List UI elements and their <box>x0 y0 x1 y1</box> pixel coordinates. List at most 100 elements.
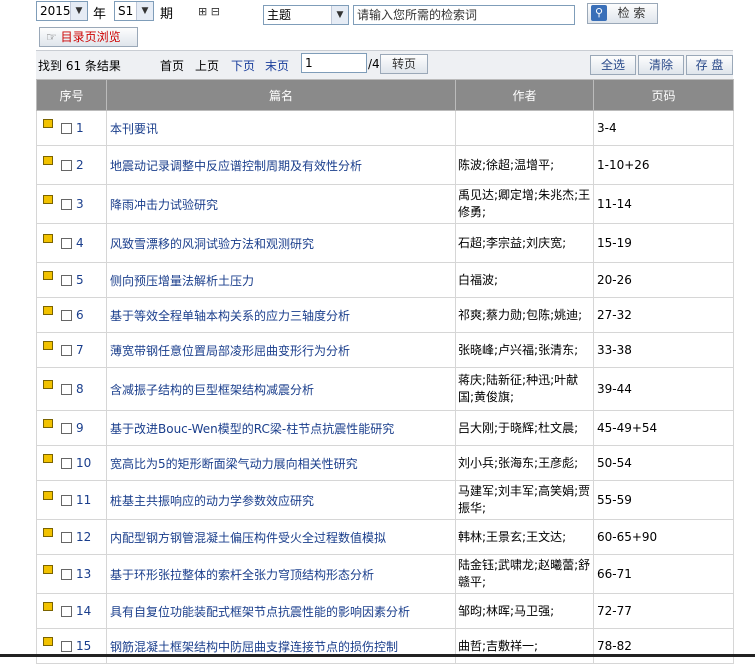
save-button[interactable]: 存 盘 <box>686 55 733 75</box>
row-number: 3 <box>76 197 84 212</box>
row-checkbox[interactable] <box>61 309 72 321</box>
document-icon[interactable] <box>43 379 53 389</box>
row-checkbox[interactable] <box>61 198 72 210</box>
row-checkbox[interactable] <box>61 159 72 171</box>
row-number: 6 <box>76 308 84 323</box>
author-cell: 韩林;王景玄;王文达; <box>455 519 594 555</box>
row-checkbox[interactable] <box>61 383 72 395</box>
search-button[interactable]: ⚲ 检 索 <box>587 3 658 24</box>
article-title-link[interactable]: 风致雪漂移的风洞试验方法和观测研究 <box>106 223 456 263</box>
article-title-link[interactable]: 地震动记录调整中反应谱控制周期及有效性分析 <box>106 145 456 185</box>
table-row: 2 地震动记录调整中反应谱控制周期及有效性分析 陈波;徐超;温增平; 1-10+26 <box>36 145 734 185</box>
pages-cell: 78-82 <box>593 628 734 664</box>
article-title-link[interactable]: 基于环形张拉整体的索杆全张力穹顶结构形态分析 <box>106 554 456 594</box>
table-row: 9 基于改进Bouc-Wen模型的RC梁-柱节点抗震性能研究 吕大刚;于晓辉;杜文晨… <box>36 410 734 446</box>
row-checkbox[interactable] <box>61 605 72 617</box>
document-icon[interactable] <box>43 340 53 350</box>
article-title-link[interactable]: 具有自复位功能装配式框架节点抗震性能的影响因素分析 <box>106 593 456 629</box>
pages-cell: 55-59 <box>593 480 734 520</box>
issue-select[interactable]: S1 ▼ <box>114 1 154 21</box>
row-number-cell: 14 <box>36 593 107 629</box>
row-checkbox[interactable] <box>61 274 72 286</box>
select-all-button[interactable]: 全选 <box>590 55 636 75</box>
pages-cell: 66-71 <box>593 554 734 594</box>
row-number: 5 <box>76 273 84 288</box>
author-cell: 蒋庆;陆新征;种迅;叶献国;黄俊旗; <box>455 367 594 411</box>
row-checkbox[interactable] <box>61 422 72 434</box>
row-number-cell: 4 <box>36 223 107 263</box>
year-label: 年 <box>93 7 107 22</box>
article-title-link[interactable]: 含减振子结构的巨型框架结构减震分析 <box>106 367 456 411</box>
table-row: 3 降雨冲击力试验研究 禹见达;卿定增;朱兆杰;王修勇; 11-14 <box>36 184 734 224</box>
row-checkbox[interactable] <box>61 344 72 356</box>
row-number-cell: 9 <box>36 410 107 446</box>
pages-cell: 27-32 <box>593 297 734 333</box>
document-icon[interactable] <box>43 490 53 500</box>
go-to-page-button[interactable]: 转页 <box>380 54 428 74</box>
col-header-title: 篇名 <box>106 79 456 111</box>
article-title-link[interactable]: 内配型钢方钢管混凝土偏压构件受火全过程数值模拟 <box>106 519 456 555</box>
table-header-row: 序号 篇名 作者 页码 <box>36 79 734 111</box>
row-checkbox[interactable] <box>61 640 72 652</box>
row-checkbox[interactable] <box>61 122 72 134</box>
article-title-link[interactable]: 钢筋混凝土框架结构中防屈曲支撑连接节点的损伤控制 <box>106 628 456 664</box>
first-page-link[interactable]: 首页 <box>160 57 184 74</box>
author-cell: 邹昀;林晖;马卫强; <box>455 593 594 629</box>
next-page-link[interactable]: 下页 <box>231 57 255 74</box>
document-icon[interactable] <box>43 118 53 128</box>
row-checkbox[interactable] <box>61 494 72 506</box>
document-icon[interactable] <box>43 270 53 280</box>
article-title-link[interactable]: 降雨冲击力试验研究 <box>106 184 456 224</box>
clear-button[interactable]: 清除 <box>638 55 684 75</box>
catalog-browse-button[interactable]: ☞ 目录页浏览 <box>39 27 138 47</box>
article-title-link[interactable]: 桩基主共振响应的动力学参数效应研究 <box>106 480 456 520</box>
document-icon[interactable] <box>43 155 53 165</box>
author-cell: 石超;李宗益;刘庆宽; <box>455 223 594 263</box>
search-field-select[interactable]: 主题 ▼ <box>263 5 349 25</box>
row-number: 15 <box>76 639 92 654</box>
page-total: /4 <box>368 57 380 71</box>
article-title-link[interactable]: 本刊要讯 <box>106 110 456 146</box>
page-number-input[interactable]: 1 <box>301 53 367 73</box>
author-cell: 陆金钰;武啸龙;赵曦蕾;舒赣平; <box>455 554 594 594</box>
article-title-link[interactable]: 基于等效全程单轴本构关系的应力三轴度分析 <box>106 297 456 333</box>
author-cell: 马建军;刘丰军;高笑娟;贾振华; <box>455 480 594 520</box>
year-select[interactable]: 2015 ▼ <box>36 1 88 21</box>
document-icon[interactable] <box>43 305 53 315</box>
row-number-cell: 11 <box>36 480 107 520</box>
document-icon[interactable] <box>43 601 53 611</box>
row-number: 11 <box>76 493 92 508</box>
table-row: 11 桩基主共振响应的动力学参数效应研究 马建军;刘丰军;高笑娟;贾振华; 55-59 <box>36 480 734 520</box>
row-number: 8 <box>76 382 84 397</box>
document-icon[interactable] <box>43 418 53 428</box>
last-page-link[interactable]: 末页 <box>265 57 289 74</box>
row-checkbox[interactable] <box>61 531 72 543</box>
article-title-link[interactable]: 薄宽带钢任意位置局部凌形屈曲变形行为分析 <box>106 332 456 368</box>
row-number-cell: 6 <box>36 297 107 333</box>
prev-page-link[interactable]: 上页 <box>195 57 219 74</box>
row-number: 4 <box>76 236 84 251</box>
expand-collapse-icon[interactable]: ⊞ ⊟ <box>198 5 220 18</box>
document-icon[interactable] <box>43 233 53 243</box>
row-number-cell: 1 <box>36 110 107 146</box>
search-input[interactable]: 请输入您所需的检索词 <box>353 5 575 25</box>
table-row: 14 具有自复位功能装配式框架节点抗震性能的影响因素分析 邹昀;林晖;马卫强; 72-… <box>36 593 734 629</box>
row-number: 1 <box>76 121 84 136</box>
article-title-link[interactable]: 宽高比为5的矩形断面梁气动力展向相关性研究 <box>106 445 456 481</box>
table-row: 1 本刊要讯 3-4 <box>36 110 734 146</box>
article-title-link[interactable]: 侧向预压增量法解析土压力 <box>106 262 456 298</box>
row-checkbox[interactable] <box>61 237 72 249</box>
article-title-link[interactable]: 基于改进Bouc-Wen模型的RC梁-柱节点抗震性能研究 <box>106 410 456 446</box>
document-icon[interactable] <box>43 527 53 537</box>
document-icon[interactable] <box>43 636 53 646</box>
row-number-cell: 7 <box>36 332 107 368</box>
pages-cell: 39-44 <box>593 367 734 411</box>
pages-cell: 60-65+90 <box>593 519 734 555</box>
pages-cell: 15-19 <box>593 223 734 263</box>
row-checkbox[interactable] <box>61 568 72 580</box>
document-icon[interactable] <box>43 564 53 574</box>
document-icon[interactable] <box>43 194 53 204</box>
document-icon[interactable] <box>43 453 53 463</box>
row-number-cell: 15 <box>36 628 107 664</box>
row-checkbox[interactable] <box>61 457 72 469</box>
